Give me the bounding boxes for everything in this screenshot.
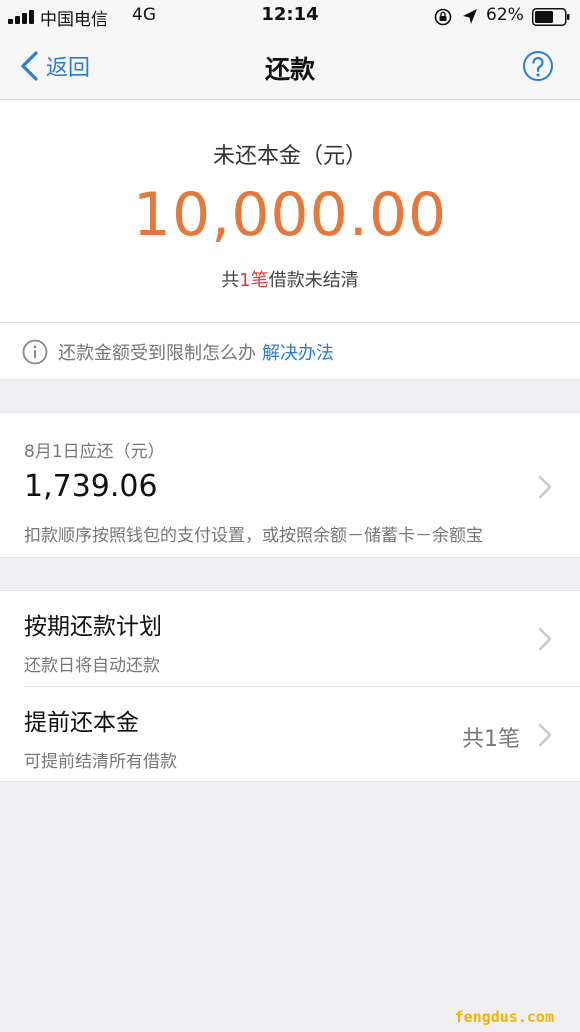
due-amount: 1,739.06 — [24, 469, 158, 504]
list-item-title: 提前还本金 — [24, 710, 139, 736]
outstanding-note: 共1笔借款未结清 — [0, 266, 580, 292]
note-count: 1笔 — [239, 270, 269, 291]
solution-link[interactable]: 解决办法 — [262, 343, 334, 364]
watermark: fengdus.com — [454, 1008, 554, 1026]
due-date-label: 8月1日应还（元） — [24, 442, 165, 462]
note-prefix: 共 — [221, 270, 240, 291]
chevron-right-icon — [538, 627, 552, 651]
limit-info-text: 还款金额受到限制怎么办 解决办法 — [58, 339, 334, 365]
navigation-bar: 返回 还款 — [0, 34, 580, 100]
chevron-right-icon — [538, 723, 552, 747]
list-item-subtitle: 可提前结清所有借款 — [24, 752, 177, 772]
outstanding-summary: 未还本金（元） 10,000.00 共1笔借款未结清 — [0, 100, 580, 322]
help-icon[interactable] — [522, 50, 554, 82]
chevron-right-icon — [538, 475, 552, 499]
limit-question: 还款金额受到限制怎么办 — [58, 343, 256, 364]
info-icon — [22, 339, 48, 365]
list-item-title: 按期还款计划 — [24, 614, 162, 640]
deduction-order-text: 扣款顺序按照钱包的支付设置，或按照余额－储蓄卡－余额宝 — [24, 526, 483, 546]
limit-info-bar: 还款金额受到限制怎么办 解决办法 — [0, 322, 580, 380]
list-item-scheduled-plan[interactable]: 按期还款计划 还款日将自动还款 — [0, 591, 580, 687]
battery-percent: 62% — [486, 5, 524, 25]
page-title: 还款 — [264, 55, 315, 84]
outstanding-amount: 10,000.00 — [132, 180, 448, 250]
list-item-early-repayment[interactable]: 提前还本金 可提前结清所有借款 共1笔 — [0, 687, 580, 783]
loan-count: 共1笔 — [462, 727, 520, 752]
note-suffix: 借款未结清 — [268, 270, 359, 291]
location-arrow-icon — [463, 9, 477, 24]
list-item-subtitle: 还款日将自动还款 — [24, 656, 160, 676]
orientation-lock-icon — [434, 8, 452, 26]
battery-icon — [532, 8, 570, 26]
outstanding-label: 未还本金（元） — [212, 144, 367, 169]
repayment-plan-list: 按期还款计划 还款日将自动还款 提前还本金 可提前结清所有借款 共1笔 — [0, 590, 580, 782]
status-bar: 中国电信 4G 12:14 62% — [0, 0, 580, 34]
due-payment-card[interactable]: 8月1日应还（元） 1,739.06 扣款顺序按照钱包的支付设置，或按照余额－储… — [0, 412, 580, 558]
